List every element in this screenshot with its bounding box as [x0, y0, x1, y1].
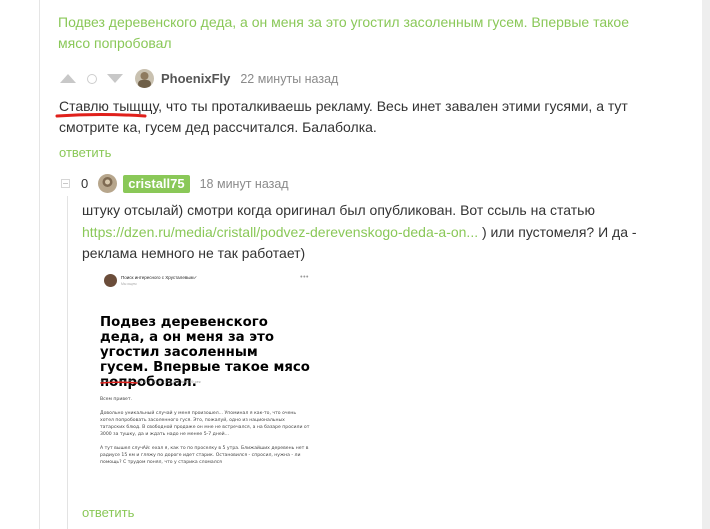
screenshot-channel-sub: Мы ищем: [121, 281, 137, 286]
screenshot-channel-name: Поиск интересного с Хрусталевым✓: [121, 274, 198, 280]
avatar-image-icon: [135, 69, 154, 88]
comment-screenshot-image[interactable]: Поиск интересного с Хрусталевым✓ Мы ищем…: [86, 262, 326, 529]
screenshot-paragraph-2: А тут вышел случАй: ехал я, как то по пр…: [100, 446, 309, 465]
screenshot-paragraph-1: Довольно уникальный случай у меня произо…: [100, 411, 310, 437]
more-icon: •••: [300, 274, 309, 281]
avatar[interactable]: [98, 174, 118, 193]
avatar-image-icon: [98, 174, 118, 193]
red-underline-mark: [55, 113, 147, 118]
avatar[interactable]: [135, 69, 154, 88]
collapse-thread-icon[interactable]: [61, 179, 70, 188]
comment1-time[interactable]: 22 минуты назад: [240, 72, 338, 86]
comment2-score: 0: [81, 176, 89, 191]
comment1-reply-link[interactable]: ответить: [59, 145, 111, 160]
dzen-article-link[interactable]: https://dzen.ru/media/cristall/podvez-de…: [82, 224, 478, 240]
clock-icon: [87, 73, 97, 84]
comment2-author[interactable]: cristall75: [123, 174, 190, 193]
left-divider: [39, 0, 40, 529]
channel-avatar: [104, 274, 117, 287]
screenshot-greeting: Всем привет.: [100, 397, 133, 402]
page-scrollbar[interactable]: [702, 0, 710, 529]
thread-line[interactable]: [67, 196, 68, 529]
screenshot-article-body: Всем привет. Довольно уникальный случай …: [100, 396, 310, 473]
upvote-icon[interactable]: [60, 74, 76, 83]
comment2-text-before: штуку отсылай) смотри когда оригинал был…: [82, 202, 595, 218]
red-underline-mark: [100, 381, 138, 384]
comment2-meta: 0 cristall75 18 минут назад: [61, 174, 289, 193]
downvote-icon[interactable]: [107, 74, 123, 83]
comment2-text: штуку отсылай) смотри когда оригинал был…: [82, 200, 682, 265]
comment1-text: Ставлю тыщщу, что ты проталкиваешь рекла…: [59, 98, 628, 135]
comment1-author[interactable]: PhoenixFly: [161, 71, 230, 86]
comment2-time[interactable]: 18 минут назад: [200, 177, 289, 191]
comment2-reply-link[interactable]: ответить: [82, 505, 134, 520]
screenshot-channel-header: Поиск интересного с Хрусталевым✓ Мы ищем: [104, 274, 197, 287]
post-title-link[interactable]: Подвез деревенского деда, а он меня за э…: [58, 12, 658, 54]
comment1-meta: PhoenixFly 22 минуты назад: [60, 69, 338, 88]
